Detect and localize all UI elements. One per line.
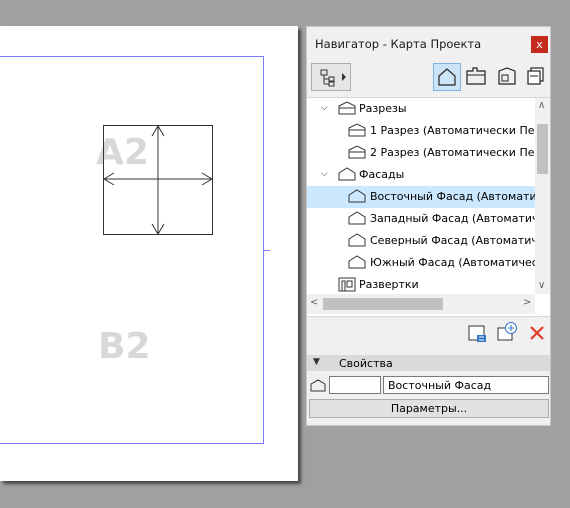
tree-label: Южный Фасад (Автоматически Пересчитываем… [370,256,535,269]
elevation-icon [347,211,367,228]
view-map-button[interactable] [463,63,491,91]
zone-label-b2: B2 [98,326,151,367]
project-map-button[interactable] [433,63,461,91]
house-icon [438,68,456,86]
frame-tick [264,250,270,251]
drawing-frame [0,56,264,444]
tree-row-sections[interactable]: ⌵ Разрезы [307,98,535,120]
tree-row-section-1[interactable]: 1 Разрез (Автоматически Пересчитываемая … [307,120,535,142]
tree-menu-icon [320,69,346,87]
elevation-marker[interactable] [98,122,218,237]
tree-label: 2 Разрез (Автоматически Пересчитываемая … [370,146,535,159]
publisher-sets-button[interactable] [523,63,551,91]
navigator-palette: Навигатор - Карта Проекта x ⌵ Разрезы 1 … [306,26,551,426]
collapse-triangle-icon[interactable]: ▼ [313,357,320,367]
layout-sheet: A2 B2 [0,26,298,481]
navigator-actions [307,319,550,349]
project-tree[interactable]: ⌵ Разрезы 1 Разрез (Автоматически Пересч… [307,97,550,317]
section-icon [347,123,367,140]
settings-button[interactable]: Параметры... [309,399,549,418]
navigator-title: Навигатор - Карта Проекта [315,37,482,51]
section-icon [347,145,367,162]
chevron-down-icon[interactable]: ⌵ [321,103,328,113]
id-field[interactable] [329,376,381,394]
name-field[interactable]: Восточный Фасад [383,376,549,394]
publisher-icon [527,67,544,85]
layout-book-icon [498,67,516,85]
elevation-icon [347,255,367,272]
tree-label: Развертки [359,278,419,291]
tree-row-north-elevation[interactable]: Северный Фасад (Автоматически Пересчитыв… [307,230,535,252]
properties-header[interactable]: ▼ Свойства [307,355,550,371]
vertical-scrollbar[interactable]: ∧ ∨ [535,98,550,294]
tree-label: 1 Разрез (Автоматически Пересчитываемая … [370,124,535,137]
tree-row-south-elevation[interactable]: Южный Фасад (Автоматически Пересчитываем… [307,252,535,274]
elevation-icon [347,233,367,250]
scroll-right-icon[interactable]: > [523,297,531,308]
tree-label: Восточный Фасад (Автоматически Пересчиты… [370,190,535,203]
elevation-icon [310,379,326,392]
view-map-icon [466,67,486,85]
layout-book-button[interactable] [493,63,521,91]
navigator-titlebar[interactable]: Навигатор - Карта Проекта x [307,27,550,59]
close-button[interactable]: x [531,36,548,53]
scroll-down-icon[interactable]: ∨ [538,280,545,291]
tree-row-elevations[interactable]: ⌵ Фасады [307,164,535,186]
properties-row: Восточный Фасад [307,375,550,397]
delete-icon[interactable] [528,324,546,342]
properties-title: Свойства [339,357,393,370]
tree-label: Западный Фасад (Автоматически Пересчитыв… [370,212,535,225]
tree-row-east-elevation[interactable]: Восточный Фасад (Автоматически Пересчиты… [307,186,535,208]
view-settings-icon[interactable] [467,323,489,345]
vertical-scroll-thumb[interactable] [537,124,548,174]
chevron-down-icon[interactable]: ⌵ [321,169,328,179]
scroll-left-icon[interactable]: < [310,297,318,308]
navigator-toolbar [307,63,550,93]
map-switch-button[interactable] [311,63,351,91]
elevation-icon [347,189,367,206]
save-view-icon[interactable] [496,321,518,343]
horizontal-scrollbar[interactable]: < > [307,294,535,314]
tree-label: Разрезы [359,102,407,115]
tree-label: Северный Фасад (Автоматически Пересчитыв… [370,234,535,247]
section-folder-icon [337,101,357,118]
scroll-up-icon[interactable]: ∧ [538,100,545,111]
tree-row-west-elevation[interactable]: Западный Фасад (Автоматически Пересчитыв… [307,208,535,230]
tree-row-interior-elevations[interactable]: Развертки [307,274,535,296]
elevation-folder-icon [337,167,357,184]
tree-label: Фасады [359,168,405,181]
tree-row-section-2[interactable]: 2 Разрез (Автоматически Пересчитываемая … [307,142,535,164]
horizontal-scroll-thumb[interactable] [323,298,443,310]
